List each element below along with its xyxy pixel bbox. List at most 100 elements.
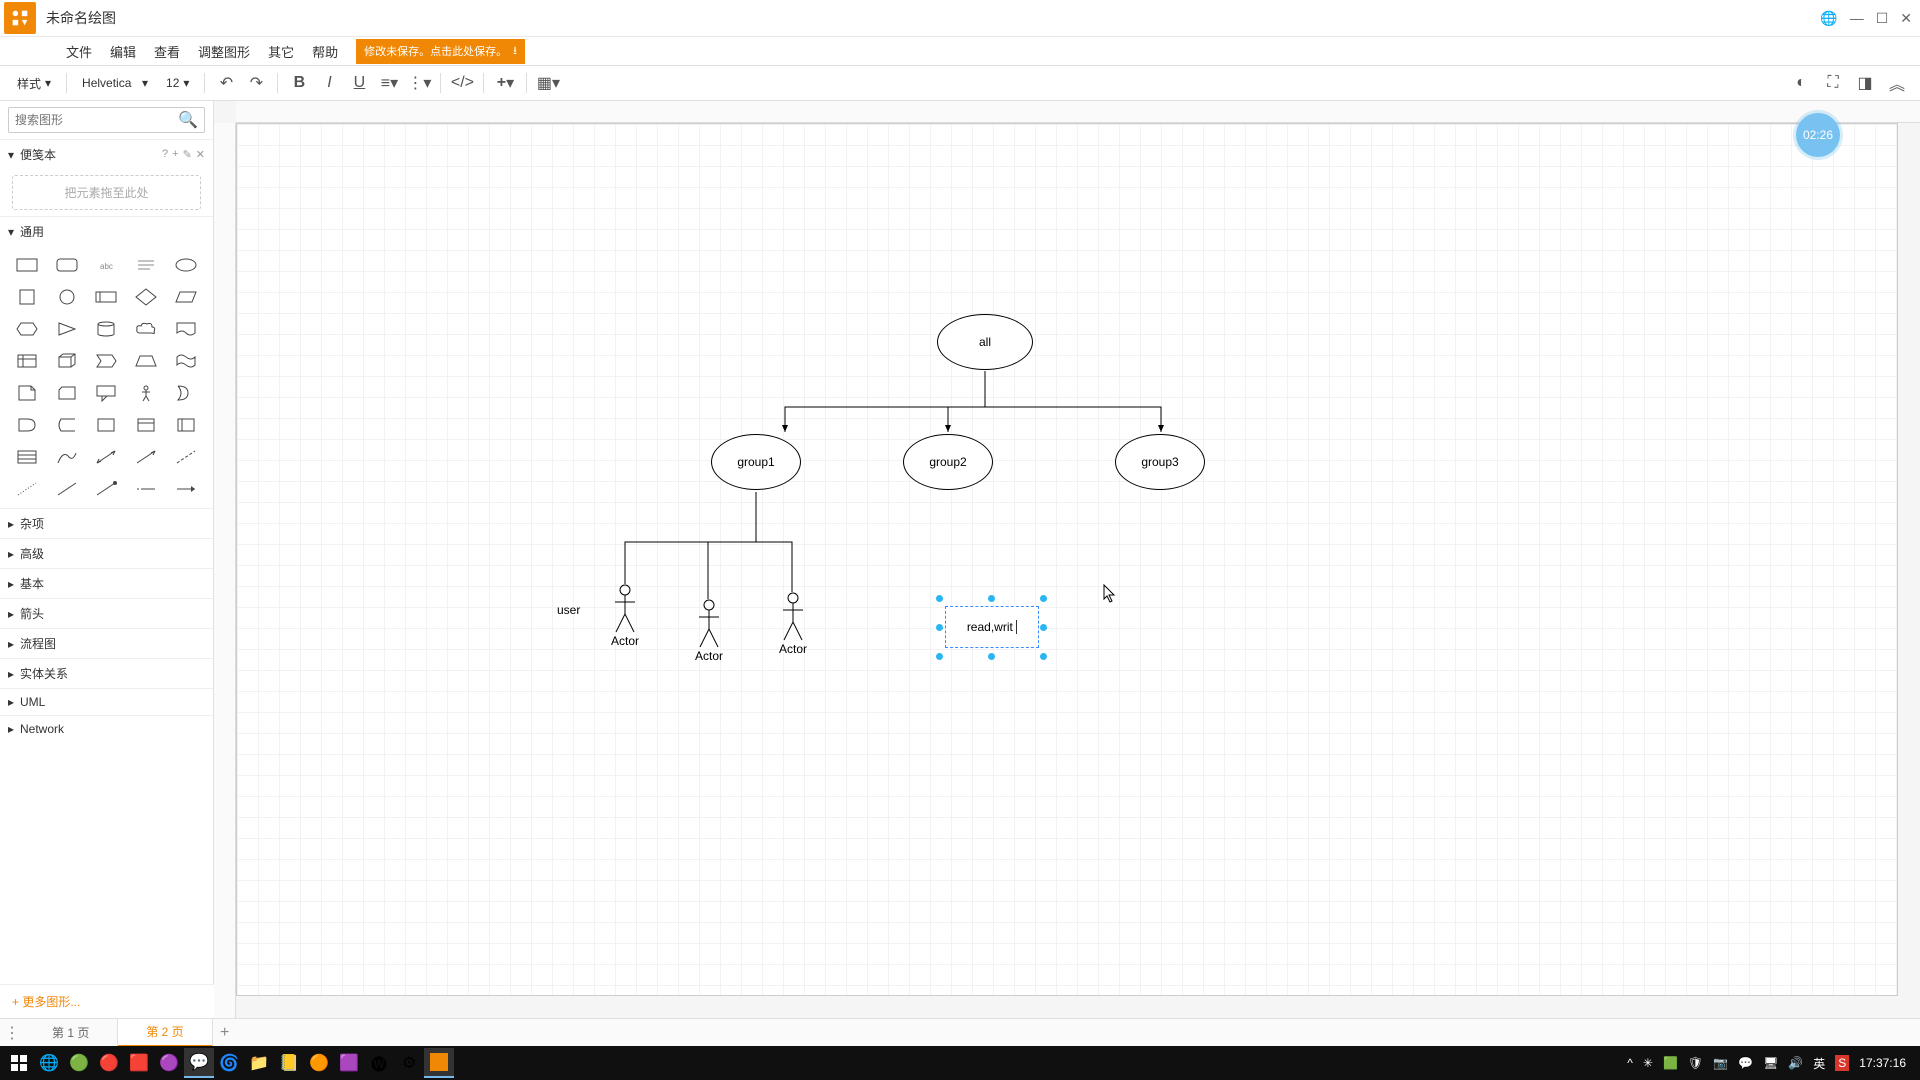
shape-cube[interactable] <box>48 346 86 376</box>
tray-clock[interactable]: 17:37:16 <box>1859 1056 1906 1070</box>
resize-handle[interactable] <box>936 595 943 602</box>
maximize-window-icon[interactable]: ☐ <box>1876 10 1889 27</box>
taskbar-app-9[interactable]: 🟪 <box>334 1048 364 1078</box>
category-scratchpad[interactable]: ▾ 便笺本 ? + ✎ ✕ <box>0 140 213 169</box>
taskbar-app-wechat[interactable]: 💬 <box>184 1048 214 1078</box>
unsaved-warning[interactable]: 修改未保存。点击此处保存。 ⭳ <box>356 39 525 64</box>
node-group3[interactable]: group3 <box>1115 434 1205 490</box>
canvas-area[interactable]: all group1 group2 group3 user Actor Acto… <box>214 101 1920 1018</box>
category-er[interactable]: ▸实体关系 <box>0 659 213 688</box>
tray-icon[interactable]: 📷 <box>1713 1056 1728 1070</box>
timer-badge[interactable]: 02:26 <box>1796 113 1840 157</box>
theme-toggle-button[interactable]: ◐ <box>1788 70 1814 96</box>
actor-3[interactable]: Actor <box>779 592 807 656</box>
category-basic[interactable]: ▸基本 <box>0 569 213 598</box>
undo-button[interactable]: ↶ <box>213 70 239 96</box>
taskbar-app-10[interactable]: 🅦 <box>364 1048 394 1078</box>
style-select[interactable]: 样式 ▾ <box>10 71 58 96</box>
shape-container[interactable] <box>88 410 126 440</box>
fontsize-select[interactable]: 12 ▾ <box>159 72 196 94</box>
tray-icon[interactable]: 🛡 <box>1688 1056 1703 1070</box>
page-menu-button[interactable]: ⋮ <box>0 1023 24 1043</box>
shape-text[interactable]: abc <box>88 250 126 280</box>
shape-roundrect[interactable] <box>48 250 86 280</box>
shape-dashed[interactable] <box>167 442 205 472</box>
shape-parallelogram[interactable] <box>167 282 205 312</box>
add-page-button[interactable]: + <box>213 1024 237 1042</box>
node-group1[interactable]: group1 <box>711 434 801 490</box>
shape-textlines[interactable] <box>127 250 165 280</box>
resize-handle[interactable] <box>936 624 943 631</box>
search-input[interactable] <box>9 113 172 127</box>
category-advanced[interactable]: ▸高级 <box>0 539 213 568</box>
resize-handle[interactable] <box>1040 653 1047 660</box>
bold-button[interactable]: B <box>286 70 312 96</box>
node-all[interactable]: all <box>937 314 1033 370</box>
tray-ime[interactable]: 英 <box>1813 1055 1825 1072</box>
shape-trapezoid[interactable] <box>127 346 165 376</box>
shape-container3[interactable] <box>167 410 205 440</box>
font-select[interactable]: Helvetica ▾ <box>75 72 155 94</box>
tray-volume-icon[interactable]: 🔊 <box>1788 1056 1803 1070</box>
add-button[interactable]: +▾ <box>492 70 518 96</box>
edit-icon[interactable]: ✎ <box>183 148 192 161</box>
collapse-button[interactable]: ︽ <box>1884 70 1910 96</box>
scratchpad-dropzone[interactable]: 把元素拖至此处 <box>12 175 201 210</box>
add-icon[interactable]: + <box>172 148 178 161</box>
shape-arrow[interactable] <box>127 442 165 472</box>
shape-process[interactable] <box>88 282 126 312</box>
shape-search[interactable]: 🔍 <box>8 107 205 133</box>
tray-icon[interactable]: ✳ <box>1643 1056 1653 1070</box>
taskbar-explorer[interactable]: 📁 <box>244 1048 274 1078</box>
shape-datastore[interactable] <box>48 410 86 440</box>
resize-handle[interactable] <box>1040 595 1047 602</box>
table-button[interactable]: ▦▾ <box>535 70 561 96</box>
shape-card[interactable] <box>48 378 86 408</box>
category-flowchart[interactable]: ▸流程图 <box>0 629 213 658</box>
shape-cylinder[interactable] <box>88 314 126 344</box>
taskbar-drawio[interactable] <box>424 1048 454 1078</box>
italic-button[interactable]: I <box>316 70 342 96</box>
taskbar-settings[interactable]: ⚙ <box>394 1048 424 1078</box>
menu-view[interactable]: 查看 <box>146 39 188 64</box>
shape-square[interactable] <box>8 282 46 312</box>
menu-extras[interactable]: 其它 <box>260 39 302 64</box>
start-button[interactable] <box>4 1048 34 1078</box>
shape-container2[interactable] <box>127 410 165 440</box>
shape-tape[interactable] <box>167 346 205 376</box>
shape-ellipse[interactable] <box>167 250 205 280</box>
menu-arrange[interactable]: 调整图形 <box>190 39 258 64</box>
menu-edit[interactable]: 编辑 <box>102 39 144 64</box>
shape-cloud[interactable] <box>127 314 165 344</box>
shape-dotted[interactable] <box>8 474 46 504</box>
category-misc[interactable]: ▸杂项 <box>0 509 213 538</box>
minimize-window-icon[interactable]: — <box>1850 10 1864 26</box>
actor-2[interactable]: Actor <box>695 599 723 663</box>
category-uml[interactable]: ▸UML <box>0 689 213 715</box>
taskbar-app-1[interactable]: 🌐 <box>34 1048 64 1078</box>
taskbar-app-5[interactable]: 🟣 <box>154 1048 184 1078</box>
code-button[interactable]: </> <box>449 70 475 96</box>
align-button[interactable]: ≡▾ <box>376 70 402 96</box>
shape-list[interactable] <box>8 442 46 472</box>
document-title[interactable]: 未命名绘图 <box>46 8 116 28</box>
menu-file[interactable]: 文件 <box>58 39 100 64</box>
shape-link1[interactable] <box>127 474 165 504</box>
taskbar-app-6[interactable]: 🌀 <box>214 1048 244 1078</box>
globe-icon[interactable]: 🌐 <box>1820 10 1837 27</box>
canvas[interactable]: all group1 group2 group3 user Actor Acto… <box>236 123 1898 996</box>
more-shapes-button[interactable]: + 更多图形... <box>0 984 214 1018</box>
shape-triangle[interactable] <box>48 314 86 344</box>
resize-handle[interactable] <box>988 595 995 602</box>
shape-hexagon[interactable] <box>8 314 46 344</box>
page-tab-1[interactable]: 第 1 页 <box>24 1019 118 1047</box>
shape-line[interactable] <box>48 474 86 504</box>
page-tab-2[interactable]: 第 2 页 <box>118 1019 212 1047</box>
shape-bidir-arrow[interactable] <box>88 442 126 472</box>
actor-1[interactable]: Actor <box>611 584 639 648</box>
tray-network-icon[interactable]: 🖥 <box>1763 1056 1778 1070</box>
category-general[interactable]: ▾通用 <box>0 217 213 246</box>
shape-link2[interactable] <box>167 474 205 504</box>
help-icon[interactable]: ? <box>162 148 168 161</box>
shape-callout[interactable] <box>88 378 126 408</box>
